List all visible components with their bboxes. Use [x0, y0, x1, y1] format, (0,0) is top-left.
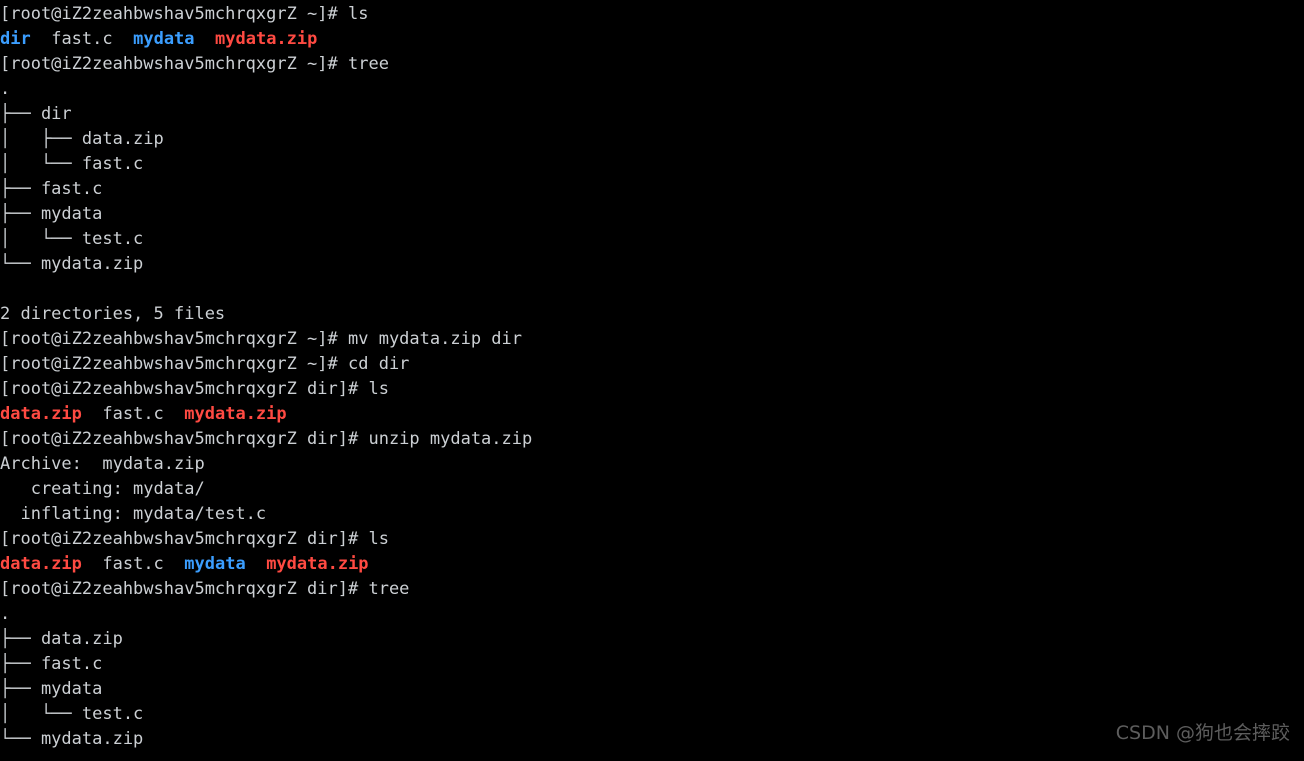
terminal-line: data.zip fast.c mydata.zip: [0, 402, 1304, 427]
terminal-line: [root@iZ2zeahbwshav5mchrqxgrZ ~]# mv myd…: [0, 327, 1304, 352]
terminal-segment: dir: [0, 29, 31, 49]
terminal-segment: │ └── fast.c: [0, 154, 144, 174]
terminal-segment: │ └── test.c: [0, 229, 144, 249]
terminal-segment: │ └── test.c: [0, 704, 144, 724]
terminal-segment: [246, 554, 266, 574]
terminal-segment: fast.c: [102, 554, 164, 574]
terminal-segment: [82, 404, 102, 424]
terminal-segment: ls: [368, 379, 389, 399]
terminal-line: dir fast.c mydata mydata.zip: [0, 27, 1304, 52]
terminal-segment: [root@iZ2zeahbwshav5mchrqxgrZ dir]#: [0, 429, 369, 449]
terminal-segment: cd dir: [348, 354, 410, 374]
terminal-segment: ├── dir: [0, 104, 72, 124]
terminal-segment: ├── fast.c: [0, 654, 103, 674]
terminal-segment: ├── data.zip: [0, 629, 123, 649]
terminal-segment: [164, 404, 184, 424]
terminal-segment: .: [0, 604, 11, 624]
terminal-segment: tree: [348, 54, 389, 74]
terminal-segment: mydata.zip: [215, 29, 318, 49]
terminal-segment: [root@iZ2zeahbwshav5mchrqxgrZ ~]#: [0, 329, 348, 349]
terminal-line: [root@iZ2zeahbwshav5mchrqxgrZ ~]# cd dir: [0, 352, 1304, 377]
terminal-segment: [31, 29, 51, 49]
terminal-line: .: [0, 602, 1304, 627]
terminal-line: [root@iZ2zeahbwshav5mchrqxgrZ dir]# ls: [0, 527, 1304, 552]
terminal-line: │ └── test.c: [0, 702, 1304, 727]
terminal-line: creating: mydata/: [0, 477, 1304, 502]
terminal-segment: data.zip: [0, 554, 82, 574]
terminal-line: [root@iZ2zeahbwshav5mchrqxgrZ dir]# unzi…: [0, 427, 1304, 452]
terminal-line: [root@iZ2zeahbwshav5mchrqxgrZ ~]# ls: [0, 2, 1304, 27]
terminal-segment: ├── mydata: [0, 679, 103, 699]
terminal-line: ├── fast.c: [0, 652, 1304, 677]
terminal-segment: Archive: mydata.zip: [0, 454, 205, 474]
terminal-window[interactable]: [root@iZ2zeahbwshav5mchrqxgrZ ~]# ls dir …: [0, 0, 1304, 761]
terminal-segment: └── mydata.zip: [0, 729, 144, 749]
terminal-segment: [195, 29, 215, 49]
terminal-line: [root@iZ2zeahbwshav5mchrqxgrZ dir]# ls: [0, 377, 1304, 402]
terminal-segment: .: [0, 79, 11, 99]
terminal-segment: [root@iZ2zeahbwshav5mchrqxgrZ ~]#: [0, 354, 348, 374]
terminal-line: ├── data.zip: [0, 627, 1304, 652]
terminal-line: │ └── fast.c: [0, 152, 1304, 177]
terminal-output: [root@iZ2zeahbwshav5mchrqxgrZ ~]# ls dir …: [0, 2, 1304, 752]
terminal-segment: [root@iZ2zeahbwshav5mchrqxgrZ dir]#: [0, 529, 369, 549]
terminal-line: 2 directories, 5 files: [0, 302, 1304, 327]
terminal-segment: [root@iZ2zeahbwshav5mchrqxgrZ ~]#: [0, 4, 348, 24]
terminal-line: ├── dir: [0, 102, 1304, 127]
terminal-segment: fast.c: [51, 29, 113, 49]
terminal-segment: fast.c: [102, 404, 164, 424]
terminal-line: │ ├── data.zip: [0, 127, 1304, 152]
terminal-segment: [root@iZ2zeahbwshav5mchrqxgrZ ~]#: [0, 54, 348, 74]
terminal-line: .: [0, 77, 1304, 102]
terminal-segment: [164, 554, 184, 574]
terminal-segment: [root@iZ2zeahbwshav5mchrqxgrZ dir]#: [0, 579, 369, 599]
terminal-segment: ls: [348, 4, 369, 24]
terminal-line: [root@iZ2zeahbwshav5mchrqxgrZ dir]# tree: [0, 577, 1304, 602]
terminal-segment: [113, 29, 133, 49]
terminal-line: data.zip fast.c mydata mydata.zip: [0, 552, 1304, 577]
terminal-line: inflating: mydata/test.c: [0, 502, 1304, 527]
terminal-line: │ └── test.c: [0, 227, 1304, 252]
terminal-segment: mv mydata.zip dir: [348, 329, 522, 349]
terminal-line: └── mydata.zip: [0, 727, 1304, 752]
terminal-segment: [root@iZ2zeahbwshav5mchrqxgrZ dir]#: [0, 379, 369, 399]
terminal-segment: ├── mydata: [0, 204, 103, 224]
terminal-line: ├── mydata: [0, 677, 1304, 702]
terminal-segment: │ ├── data.zip: [0, 129, 164, 149]
terminal-segment: ls: [368, 529, 389, 549]
terminal-segment: unzip mydata.zip: [368, 429, 533, 449]
terminal-segment: mydata.zip: [184, 404, 287, 424]
terminal-segment: mydata: [133, 29, 195, 49]
terminal-segment: ├── fast.c: [0, 179, 103, 199]
terminal-line: ├── fast.c: [0, 177, 1304, 202]
terminal-segment: 2 directories, 5 files: [0, 304, 226, 324]
terminal-segment: mydata.zip: [266, 554, 369, 574]
terminal-segment: tree: [368, 579, 410, 599]
csdn-watermark: CSDN @狗也会摔跤: [1115, 722, 1290, 744]
terminal-line: ├── mydata: [0, 202, 1304, 227]
terminal-segment: creating: mydata/: [0, 479, 205, 499]
terminal-segment: inflating: mydata/test.c: [0, 504, 267, 524]
terminal-segment: mydata: [184, 554, 246, 574]
terminal-line: Archive: mydata.zip: [0, 452, 1304, 477]
terminal-segment: └── mydata.zip: [0, 254, 144, 274]
terminal-segment: data.zip: [0, 404, 82, 424]
terminal-segment: [82, 554, 102, 574]
terminal-line: [root@iZ2zeahbwshav5mchrqxgrZ ~]# tree: [0, 52, 1304, 77]
terminal-line: └── mydata.zip: [0, 252, 1304, 277]
